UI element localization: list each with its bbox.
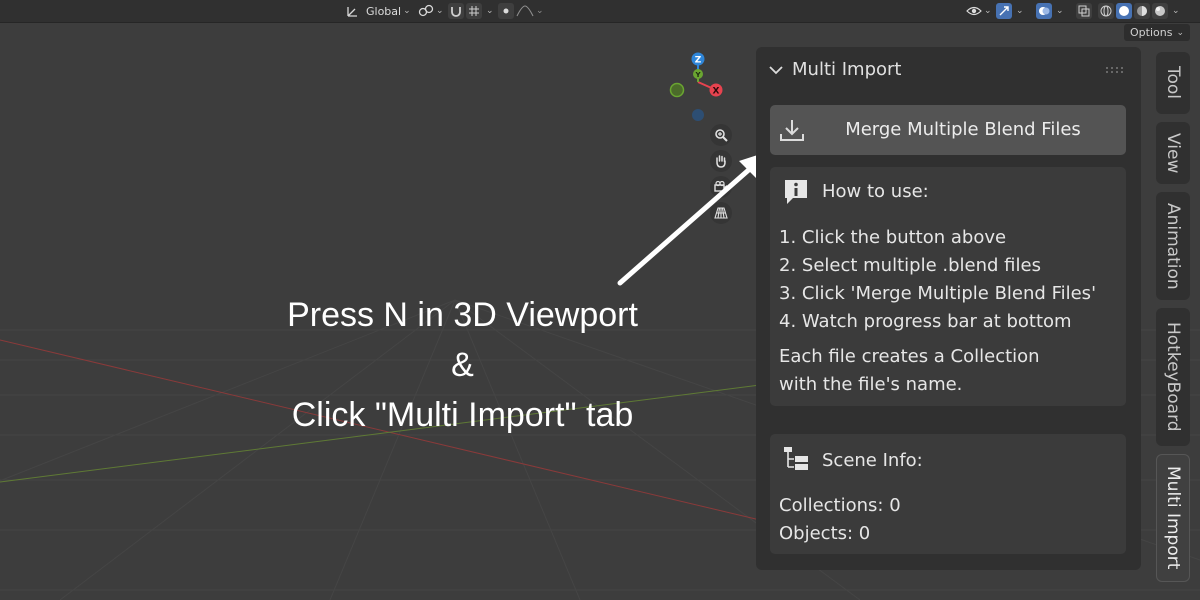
z-axis-label: Z [695, 56, 702, 66]
tab-label: View [1163, 132, 1183, 174]
options-dropdown[interactable]: Options ⌄ [1124, 24, 1190, 41]
tab-label: HotkeyBoard [1163, 322, 1183, 432]
tab-label: Animation [1163, 202, 1183, 290]
caption-line-1: Press N in 3D Viewport [287, 296, 638, 334]
scene-info-box: Scene Info: Collections: 0 Objects: 0 [770, 434, 1126, 554]
overlays-dropdown[interactable]: ⌄ [1036, 2, 1068, 20]
chevron-down-icon: ⌄ [984, 6, 992, 16]
tab-animation[interactable]: Animation [1156, 192, 1190, 300]
tab-label: Tool [1163, 66, 1183, 100]
snap-target-dropdown[interactable] [466, 3, 482, 19]
snap-toggle[interactable] [448, 3, 464, 19]
orientation-label: Global [366, 4, 402, 18]
snap-grid-icon [469, 6, 479, 16]
shading-modes[interactable]: ⌄ [1098, 2, 1184, 20]
x-axis-label: X [713, 87, 720, 97]
wireframe-shading-button[interactable] [1098, 3, 1114, 19]
tab-hotkeyboard[interactable]: HotkeyBoard [1156, 308, 1190, 446]
overlays-icon [1039, 7, 1050, 15]
wireframe-sphere-icon [1100, 5, 1112, 17]
how-to-use-box: How to use: 1. Click the button above 2.… [770, 167, 1126, 406]
xray-icon [1078, 5, 1090, 17]
magnet-icon [451, 7, 461, 17]
chevron-down-icon: ⌄ [436, 6, 444, 16]
rendered-sphere-icon [1155, 6, 1165, 16]
caption-line-2: & [451, 346, 474, 384]
gizmo-icon [999, 6, 1009, 16]
chevron-down-icon: ⌄ [1172, 6, 1180, 16]
overlays-toggle[interactable] [1036, 3, 1052, 19]
objects-count: Objects: 0 [779, 523, 871, 544]
gizmo-dropdown[interactable]: ⌄ [996, 2, 1028, 20]
xray-toggle[interactable] [1076, 2, 1094, 20]
xray-button[interactable] [1076, 3, 1092, 19]
chevron-down-icon: ⌄ [1176, 27, 1184, 38]
outliner-icon [784, 447, 808, 470]
snap-controls[interactable]: ⌄ [448, 2, 498, 20]
merge-button-label: Merge Multiple Blend Files [845, 119, 1081, 140]
chevron-down-icon: ⌄ [536, 6, 544, 16]
tab-tool[interactable]: Tool [1156, 52, 1190, 114]
solid-sphere-icon [1119, 6, 1129, 16]
how-to-step-4: 4. Watch progress bar at bottom [779, 311, 1072, 332]
drag-handle-icon[interactable] [1105, 66, 1125, 74]
link-icon [418, 4, 434, 17]
orientation-icon [347, 7, 357, 17]
viewport-header: Global ⌄ ⌄ ⌄ ⌄ ⌄ ⌄ ⌄ ⌄ [0, 0, 1200, 23]
caption-line-3: Click "Multi Import" tab [291, 396, 634, 434]
panel-header[interactable]: Multi Import [768, 59, 901, 80]
annotation-arrow [617, 151, 770, 286]
y-axis-label: Y [694, 71, 701, 79]
how-to-step-1: 1. Click the button above [779, 227, 1007, 248]
chevron-down-icon: ⌄ [486, 6, 494, 16]
solid-shading-button[interactable] [1116, 3, 1132, 19]
panel-title: Multi Import [792, 59, 902, 80]
neg-z-axis-handle [692, 109, 704, 121]
pivot-point-dropdown[interactable]: ⌄ [418, 2, 448, 20]
collections-count: Collections: 0 [779, 495, 901, 516]
transform-orientation-dropdown[interactable]: Global ⌄ [346, 2, 415, 20]
how-to-step-3: 3. Click 'Merge Multiple Blend Files' [779, 283, 1097, 304]
eye-icon [966, 6, 982, 16]
merge-blend-files-button[interactable]: Merge Multiple Blend Files [770, 105, 1126, 155]
how-to-note-line-1: Each file creates a Collection [779, 346, 1040, 367]
visibility-dropdown[interactable]: ⌄ [966, 2, 996, 20]
proportional-editing[interactable]: ⌄ [498, 2, 548, 20]
how-to-step-2: 2. Select multiple .blend files [779, 255, 1041, 276]
neg-y-axis-handle [669, 82, 685, 98]
navigation-gizmo[interactable]: Z Y X [660, 48, 740, 128]
tab-view[interactable]: View [1156, 122, 1190, 184]
proportional-toggle[interactable] [498, 3, 514, 19]
options-label: Options [1130, 26, 1173, 39]
how-to-use-title: How to use: [822, 181, 929, 202]
proportional-icon [503, 8, 509, 14]
tab-label: Multi Import [1163, 466, 1183, 570]
material-shading-button[interactable] [1134, 3, 1150, 19]
chevron-down-icon: ⌄ [1016, 6, 1024, 16]
chevron-down-icon [769, 65, 783, 74]
chevron-down-icon: ⌄ [403, 6, 411, 16]
material-sphere-icon [1137, 6, 1147, 16]
rendered-shading-button[interactable] [1152, 3, 1168, 19]
multi-import-panel: Multi Import Merge Multiple Blend Files … [756, 47, 1141, 570]
gizmo-toggle[interactable] [996, 3, 1012, 19]
how-to-note-line-2: with the file's name. [779, 374, 963, 395]
info-icon [785, 180, 807, 204]
tab-multi-import[interactable]: Multi Import [1156, 454, 1190, 582]
chevron-down-icon: ⌄ [1056, 6, 1064, 16]
scene-info-title: Scene Info: [822, 450, 923, 471]
falloff-curve-icon [516, 5, 534, 17]
